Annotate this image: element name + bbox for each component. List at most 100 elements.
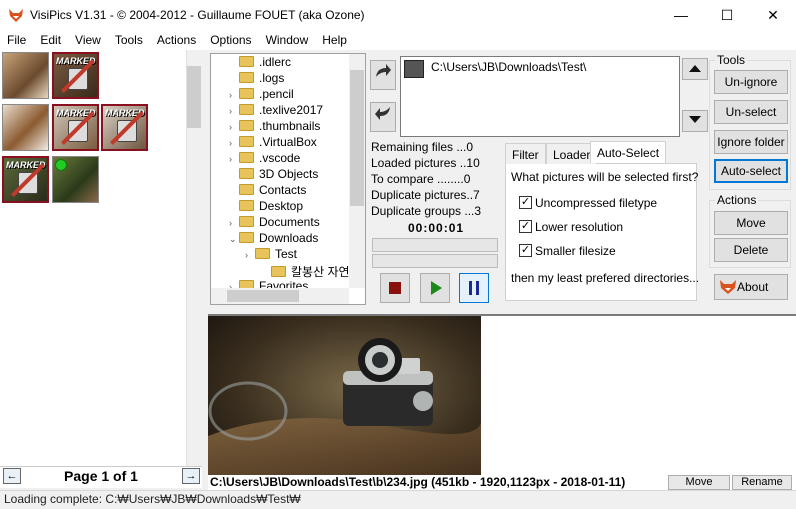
tree-item[interactable]: › Documents (229, 215, 320, 231)
folder-icon (255, 248, 270, 260)
to-compare: To compare ........0 (371, 172, 471, 186)
checkbox-uncompressed[interactable]: ✓ (519, 196, 532, 209)
tree-item[interactable]: .logs (229, 71, 284, 87)
tree-item[interactable]: 3D Objects (229, 167, 318, 183)
minimize-button[interactable]: — (658, 0, 704, 30)
preview-move-button[interactable]: Move (668, 475, 730, 490)
tree-item[interactable]: › .texlive2017 (229, 103, 323, 119)
menu-edit[interactable]: Edit (33, 30, 68, 50)
directory-item[interactable]: C:\Users\JB\Downloads\Test\ (431, 60, 586, 74)
add-arrow-icon (376, 64, 391, 77)
thumbnail[interactable] (52, 156, 99, 203)
selected-indicator-icon (55, 159, 67, 171)
preview-image[interactable] (208, 316, 482, 475)
close-button[interactable]: ✕ (750, 0, 796, 30)
tree-item[interactable]: › .vscode (229, 151, 300, 167)
tree-item[interactable]: › .VirtualBox (229, 135, 317, 151)
tree-item[interactable]: 칼봉산 자연 (261, 263, 350, 279)
tree-item[interactable]: › Test (245, 247, 297, 263)
folder-icon (239, 136, 254, 148)
menu-file[interactable]: File (0, 30, 33, 50)
move-button[interactable]: Move (714, 211, 788, 235)
menu-actions[interactable]: Actions (150, 30, 203, 50)
tree-item[interactable]: ⌄ Downloads (229, 231, 318, 247)
expander-icon[interactable]: › (229, 218, 239, 228)
menu-options[interactable]: Options (203, 30, 258, 50)
tree-item[interactable]: Desktop (229, 199, 303, 215)
menu-bar: File Edit View Tools Actions Options Win… (0, 30, 796, 50)
add-directory-button[interactable] (370, 60, 396, 90)
thumbnail-marked[interactable]: MARKED (52, 52, 99, 99)
progress-bar-compare (372, 254, 498, 268)
tree-scrollbar-thumb[interactable] (350, 70, 364, 206)
thumbnail-marked[interactable]: MARKED (101, 104, 148, 151)
tree-item[interactable]: › .pencil (229, 87, 294, 103)
fox-icon (720, 280, 736, 294)
folder-icon (239, 104, 254, 116)
expander-icon[interactable]: › (229, 106, 239, 116)
about-button[interactable]: About (714, 274, 788, 300)
triangle-down-icon (689, 116, 701, 123)
tree-item-label: .idlerc (259, 55, 292, 69)
move-down-button[interactable] (682, 110, 708, 132)
tree-item-label: .logs (259, 71, 285, 85)
auto-select-question: What pictures will be selected first? (511, 170, 699, 184)
folder-icon (239, 152, 254, 164)
stop-icon (389, 282, 401, 294)
pause-button[interactable] (459, 273, 489, 303)
menu-window[interactable]: Window (259, 30, 316, 50)
expander-icon[interactable]: ⌄ (229, 234, 239, 245)
tab-filter[interactable]: Filter (505, 143, 546, 164)
tree-hscrollbar-thumb[interactable] (227, 290, 299, 302)
tree-item[interactable]: .idlerc (229, 55, 291, 71)
checkbox-lower-resolution[interactable]: ✓ (519, 220, 532, 233)
folder-icon (239, 56, 254, 68)
next-page-icon[interactable]: → (182, 468, 200, 484)
tree-item-label: .VirtualBox (259, 135, 317, 149)
tree-item-label: Documents (259, 215, 320, 229)
un-select-button[interactable]: Un-select (714, 100, 788, 124)
thumbnail-marked[interactable]: MARKED (52, 104, 99, 151)
tree-item-label: Downloads (259, 231, 319, 245)
auto-select-button[interactable]: Auto-select (714, 159, 788, 183)
image-info: C:\Users\JB\Downloads\Test\b\234.jpg (45… (210, 475, 626, 489)
tree-item-label: Contacts (259, 183, 307, 197)
expander-icon[interactable]: › (229, 138, 239, 148)
triangle-up-icon (689, 65, 701, 72)
expander-icon[interactable]: › (229, 154, 239, 164)
tree-item-label: .thumbnails (259, 119, 321, 133)
loaded-pictures: Loaded pictures ..10 (371, 156, 480, 170)
thumbnail-marked[interactable]: MARKED (2, 156, 49, 203)
folder-tree[interactable]: .idlerc .logs › .pencil › .texlive2017 › .thumb… (210, 53, 366, 305)
expander-icon[interactable]: › (229, 122, 239, 132)
thumbnail[interactable] (2, 52, 49, 99)
play-button[interactable] (420, 273, 450, 303)
status-text: Loading complete: C:₩Users₩JB₩Downloads₩… (4, 492, 301, 506)
maximize-button[interactable]: ☐ (704, 0, 750, 30)
thumbnail-scrollbar-thumb[interactable] (187, 66, 201, 128)
play-icon (431, 281, 442, 295)
folder-icon (271, 266, 286, 278)
thumbnail[interactable] (2, 104, 49, 151)
duplicate-groups: Duplicate groups ...3 (371, 204, 482, 218)
move-up-button[interactable] (682, 58, 708, 80)
remove-arrow-icon (375, 107, 390, 120)
menu-help[interactable]: Help (315, 30, 354, 50)
stop-button[interactable] (380, 273, 410, 303)
preview-rename-button[interactable]: Rename (732, 475, 792, 490)
tools-group-label: Tools (715, 53, 748, 67)
tree-item[interactable]: › .thumbnails (229, 119, 320, 135)
expander-icon[interactable]: › (229, 90, 239, 100)
checkbox-smaller-filesize[interactable]: ✓ (519, 244, 532, 257)
remove-directory-button[interactable] (370, 102, 396, 132)
un-ignore-button[interactable]: Un-ignore (714, 70, 788, 94)
tab-auto-select[interactable]: Auto-Select (590, 141, 667, 163)
folder-icon (239, 88, 254, 100)
menu-tools[interactable]: Tools (108, 30, 150, 50)
tree-item[interactable]: Contacts (229, 183, 306, 199)
ignore-folder-button[interactable]: Ignore folder (714, 130, 788, 154)
menu-view[interactable]: View (68, 30, 108, 50)
delete-button[interactable]: Delete (714, 238, 788, 262)
expander-icon[interactable]: › (245, 250, 255, 260)
tree-item-label: 칼봉산 자연 (291, 265, 350, 279)
